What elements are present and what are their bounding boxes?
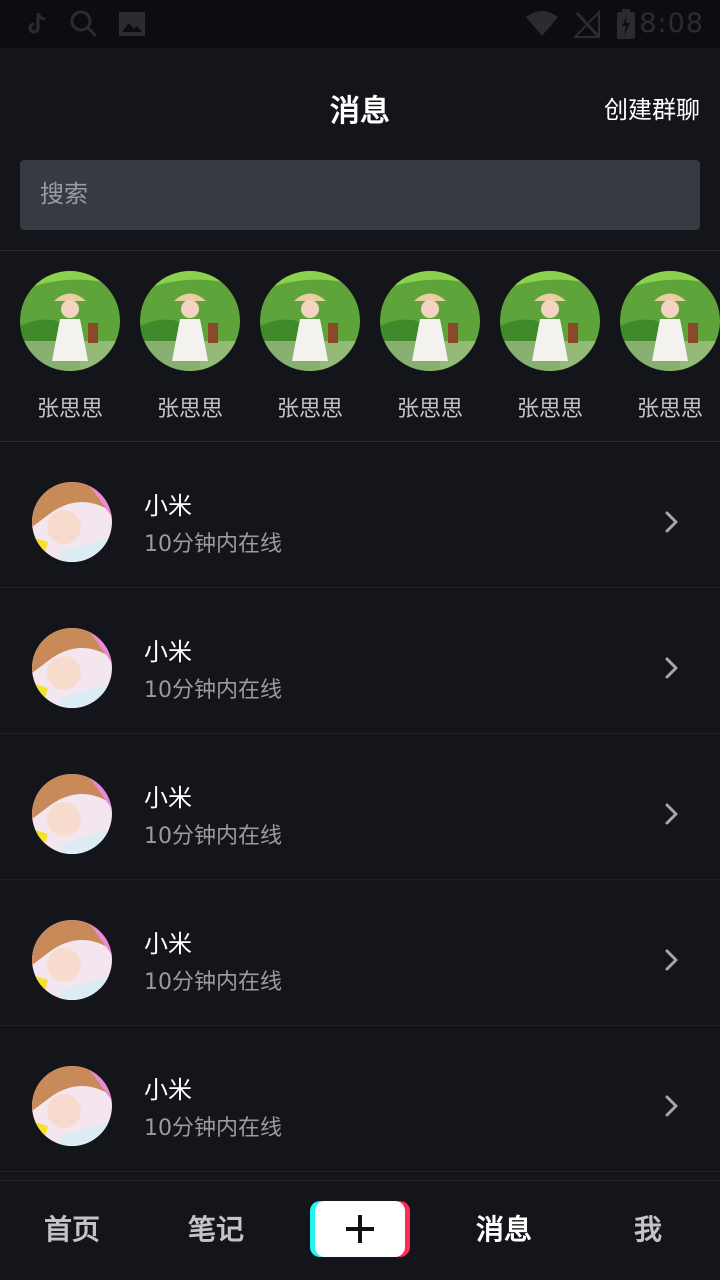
list-item[interactable]: 小米 10分钟内在线	[0, 442, 720, 588]
header: 消息 创建群聊	[0, 48, 720, 160]
friends-carousel[interactable]: 张思思 张思思 张思思 张思思 张思思 张思思	[0, 251, 720, 441]
friend-item[interactable]: 张思思	[140, 251, 240, 441]
no-signal-icon	[572, 8, 602, 40]
avatar	[32, 920, 112, 1000]
contact-status: 10分钟内在线	[144, 678, 282, 703]
avatar	[32, 774, 112, 854]
avatar	[20, 271, 120, 371]
avatar	[500, 271, 600, 371]
chevron-right-icon	[665, 511, 678, 533]
friend-name: 张思思	[36, 397, 103, 422]
avatar	[140, 271, 240, 371]
contact-name: 小米	[144, 784, 192, 812]
search-input[interactable]: 搜索	[20, 160, 700, 230]
plus-icon	[315, 1201, 405, 1257]
friend-name: 张思思	[156, 397, 223, 422]
contact-name: 小米	[144, 638, 192, 666]
nav-notes[interactable]: 笔记	[144, 1181, 288, 1280]
friend-item[interactable]: 张思思	[500, 251, 600, 441]
image-icon	[117, 8, 147, 40]
chevron-right-icon	[665, 1095, 678, 1117]
avatar	[380, 271, 480, 371]
avatar	[620, 271, 720, 371]
friend-name: 张思思	[276, 397, 343, 422]
search-placeholder: 搜索	[40, 180, 88, 208]
friend-name: 张思思	[516, 397, 583, 422]
list-item[interactable]: 小米 10分钟内在线	[0, 880, 720, 1026]
create-group-button[interactable]: 创建群聊	[604, 90, 700, 125]
nav-messages[interactable]: 消息	[432, 1181, 576, 1280]
contact-status: 10分钟内在线	[144, 1116, 282, 1141]
friend-item[interactable]: 张思思	[380, 251, 480, 441]
friend-name: 张思思	[636, 397, 703, 422]
contact-status: 10分钟内在线	[144, 970, 282, 995]
friend-item[interactable]: 张思思	[260, 251, 360, 441]
create-button[interactable]	[310, 1201, 410, 1257]
chevron-right-icon	[665, 657, 678, 679]
wifi-icon	[524, 8, 560, 40]
contact-status: 10分钟内在线	[144, 532, 282, 557]
bottom-nav: 首页 笔记 消息 我	[0, 1180, 720, 1280]
avatar	[32, 482, 112, 562]
contact-name: 小米	[144, 930, 192, 958]
contact-name: 小米	[144, 1076, 192, 1104]
battery-charging-icon	[613, 8, 639, 40]
list-item[interactable]: 小米 10分钟内在线	[0, 734, 720, 880]
contact-status: 10分钟内在线	[144, 824, 282, 849]
nav-me[interactable]: 我	[576, 1181, 720, 1280]
nav-home[interactable]: 首页	[0, 1181, 144, 1280]
chevron-right-icon	[665, 949, 678, 971]
tiktok-icon	[22, 8, 52, 40]
avatar	[260, 271, 360, 371]
list-item[interactable]: 小米 10分钟内在线	[0, 588, 720, 734]
status-time: 8:08	[639, 8, 704, 39]
chevron-right-icon	[665, 803, 678, 825]
friend-item[interactable]: 张思思	[20, 251, 120, 441]
status-bar: 8:08	[0, 0, 720, 48]
friend-item[interactable]: 张思思	[620, 251, 720, 441]
avatar	[32, 628, 112, 708]
avatar	[32, 1066, 112, 1146]
list-item[interactable]: 小米 10分钟内在线	[0, 1026, 720, 1172]
friend-name: 张思思	[396, 397, 463, 422]
contact-name: 小米	[144, 492, 192, 520]
search-icon	[68, 8, 100, 40]
